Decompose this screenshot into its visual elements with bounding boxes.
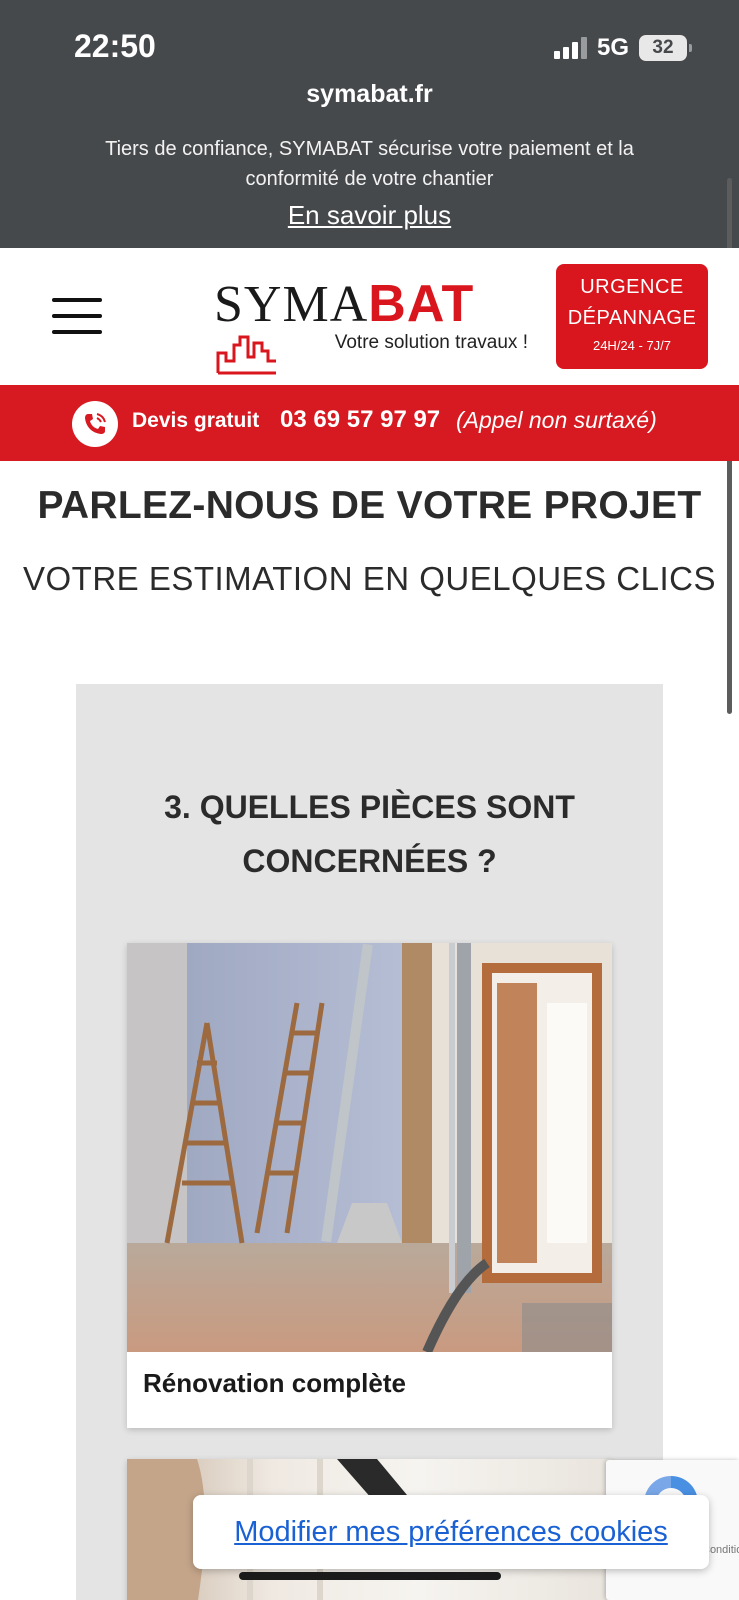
- url-bar[interactable]: symabat.fr: [0, 80, 739, 109]
- urgence-line2: DÉPANNAGE: [567, 307, 697, 329]
- option-renovation-complete[interactable]: Rénovation complète: [127, 943, 612, 1428]
- renovation-photo: [127, 943, 612, 1352]
- learn-more-link-wrap: En savoir plus: [0, 200, 739, 231]
- step-question: 3. QUELLES PIÈCES SONT CONCERNÉES ?: [76, 780, 663, 888]
- menu-icon[interactable]: [52, 298, 102, 334]
- phone-icon: [72, 401, 118, 447]
- devis-gratuit-label: Devis gratuit: [132, 409, 260, 432]
- phone-number-link[interactable]: 03 69 57 97 97: [280, 406, 440, 434]
- status-time: 22:50: [74, 28, 156, 64]
- urgence-line3: 24H/24 - 7J/7: [592, 338, 672, 353]
- call-note: (Appel non surtaxé): [456, 407, 657, 433]
- step-question-text: 3. QUELLES PIÈCES SONT CONCERNÉES ?: [164, 789, 575, 879]
- option-label: Rénovation complète: [143, 1368, 406, 1398]
- status-icons: 5G 32: [553, 34, 692, 62]
- symabat-logo[interactable]: SYMABAT Votre solution travaux !: [214, 275, 534, 375]
- logo-part1: SYMA: [214, 276, 369, 333]
- signal-icon: [553, 37, 587, 59]
- learn-more-link[interactable]: En savoir plus: [288, 200, 451, 230]
- network-label: 5G: [596, 34, 629, 61]
- site-header: SYMABAT Votre solution travaux ! URGENCE…: [0, 248, 739, 385]
- trust-text: Tiers de confiance, SYMABAT sécurise vot…: [105, 138, 634, 190]
- estimation-step-card: 3. QUELLES PIÈCES SONT CONCERNÉES ? Réno…: [76, 684, 663, 1600]
- urgence-line1: URGENCE: [580, 276, 684, 298]
- phone-bar[interactable]: Devis gratuit 03 69 57 97 97 (Appel non …: [0, 385, 739, 461]
- logo-building-icon: [216, 335, 276, 375]
- logo-part2: BAT: [368, 275, 475, 333]
- top-banner: 22:50 5G 32 symabat.fr Tiers de confianc…: [0, 0, 739, 248]
- urgence-depannage-button[interactable]: URGENCE DÉPANNAGE 24H/24 - 7J/7: [556, 264, 708, 369]
- battery-icon: 32: [639, 35, 692, 61]
- logo-tagline: Votre solution travaux !: [334, 332, 528, 353]
- cookie-preferences-button[interactable]: Modifier mes préférences cookies: [193, 1495, 709, 1569]
- home-indicator[interactable]: [239, 1572, 501, 1580]
- page-subtitle: VOTRE ESTIMATION EN QUELQUES CLICS: [22, 560, 716, 597]
- page-title: PARLEZ-NOUS DE VOTRE PROJET: [37, 484, 702, 527]
